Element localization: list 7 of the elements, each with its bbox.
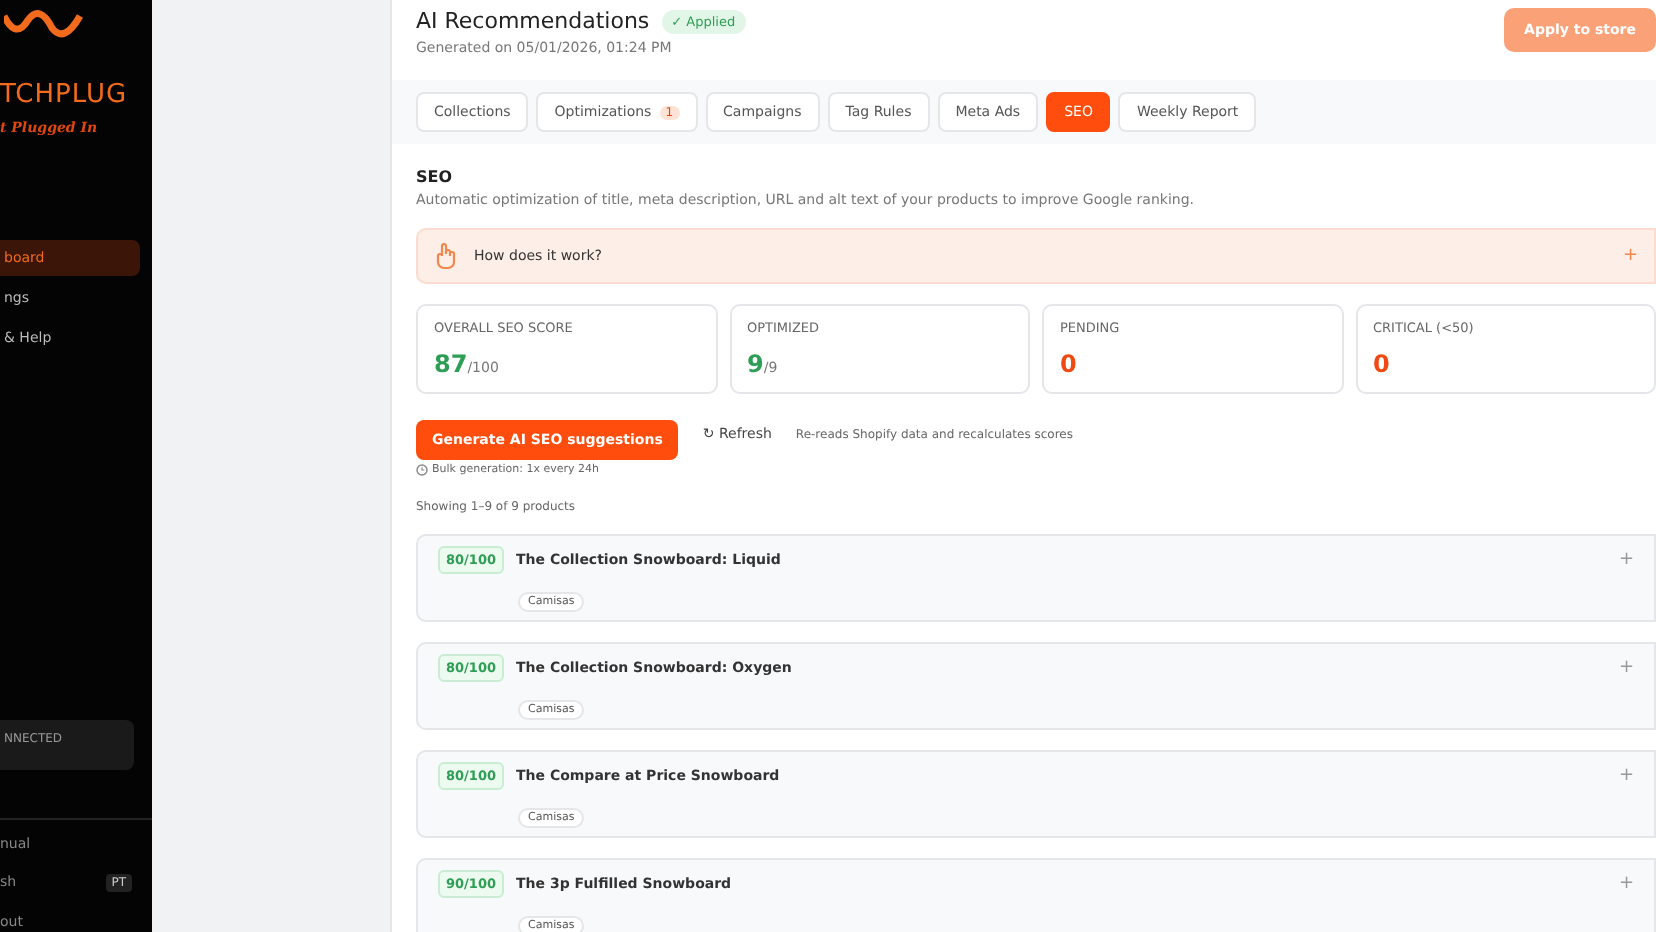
stat-value: 0 [1060, 348, 1079, 380]
section-title: SEO [416, 168, 455, 186]
stat-value: 0 [1373, 348, 1392, 380]
clock-icon [416, 464, 428, 476]
brand-name: TCHPLUG [0, 80, 130, 110]
page-title: AI Recommendations [416, 8, 650, 34]
hand-icon [434, 242, 458, 270]
